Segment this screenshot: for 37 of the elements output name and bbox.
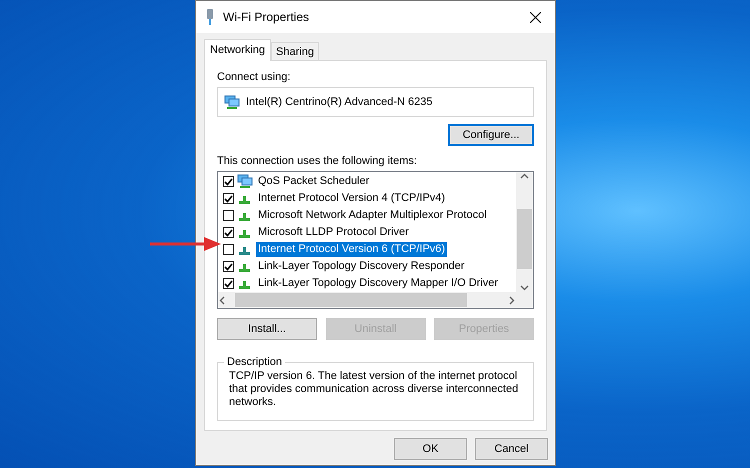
- items-label: This connection uses the following items:: [217, 155, 417, 167]
- list-item[interactable]: QoS Packet Scheduler: [256, 174, 372, 189]
- vertical-scrollbar[interactable]: [516, 172, 533, 292]
- checkbox[interactable]: [223, 210, 234, 221]
- checkbox[interactable]: [223, 193, 234, 204]
- list-item[interactable]: Internet Protocol Version 4 (TCP/IPv4): [256, 191, 448, 206]
- description-title: Description: [224, 356, 286, 368]
- network-monitor-icon: [224, 94, 240, 110]
- list-item[interactable]: Internet Protocol Version 6 (TCP/IPv6): [256, 242, 448, 257]
- scroll-left-icon[interactable]: [218, 296, 227, 304]
- scroll-down-icon[interactable]: [520, 283, 529, 292]
- list-item[interactable]: Link-Layer Topology Discovery Mapper I/O Driver: [256, 276, 500, 291]
- tab[interactable]: Sharing: [271, 42, 319, 61]
- dialog-button[interactable]: OK: [394, 438, 467, 460]
- list-item[interactable]: Microsoft LLDP Protocol Driver: [256, 225, 411, 240]
- pointer-arrow: [150, 236, 222, 252]
- list-action-button[interactable]: Install...: [217, 318, 317, 340]
- tab[interactable]: Networking: [204, 39, 272, 61]
- checkbox[interactable]: [223, 261, 234, 272]
- horizontal-scrollbar[interactable]: [218, 292, 516, 308]
- checkbox[interactable]: [223, 176, 234, 187]
- checkbox[interactable]: [223, 244, 234, 255]
- window-title: Wi-Fi Properties: [223, 10, 310, 24]
- network-adapter-icon: [205, 9, 215, 25]
- description-text: TCP/IP version 6. The latest version of the internet protocol that provides communication across diverse interconnected networks.: [229, 370, 520, 409]
- connect-using-label: Connect using:: [217, 71, 292, 83]
- configure-button[interactable]: Configure...: [448, 124, 534, 146]
- list-item[interactable]: Microsoft Network Adapter Multiplexor Protocol: [256, 208, 489, 223]
- checkbox[interactable]: [223, 227, 234, 238]
- scroll-up-icon[interactable]: [520, 172, 529, 181]
- dialog-button[interactable]: Cancel: [475, 438, 548, 460]
- network-monitor-icon: [237, 174, 253, 189]
- checkbox[interactable]: [223, 278, 234, 289]
- close-icon: [530, 12, 540, 22]
- list-item[interactable]: Link-Layer Topology Discovery Responder: [256, 259, 466, 274]
- adapter-name: Intel(R) Centrino(R) Advanced-N 6235: [246, 96, 432, 108]
- scroll-right-icon[interactable]: [507, 296, 516, 304]
